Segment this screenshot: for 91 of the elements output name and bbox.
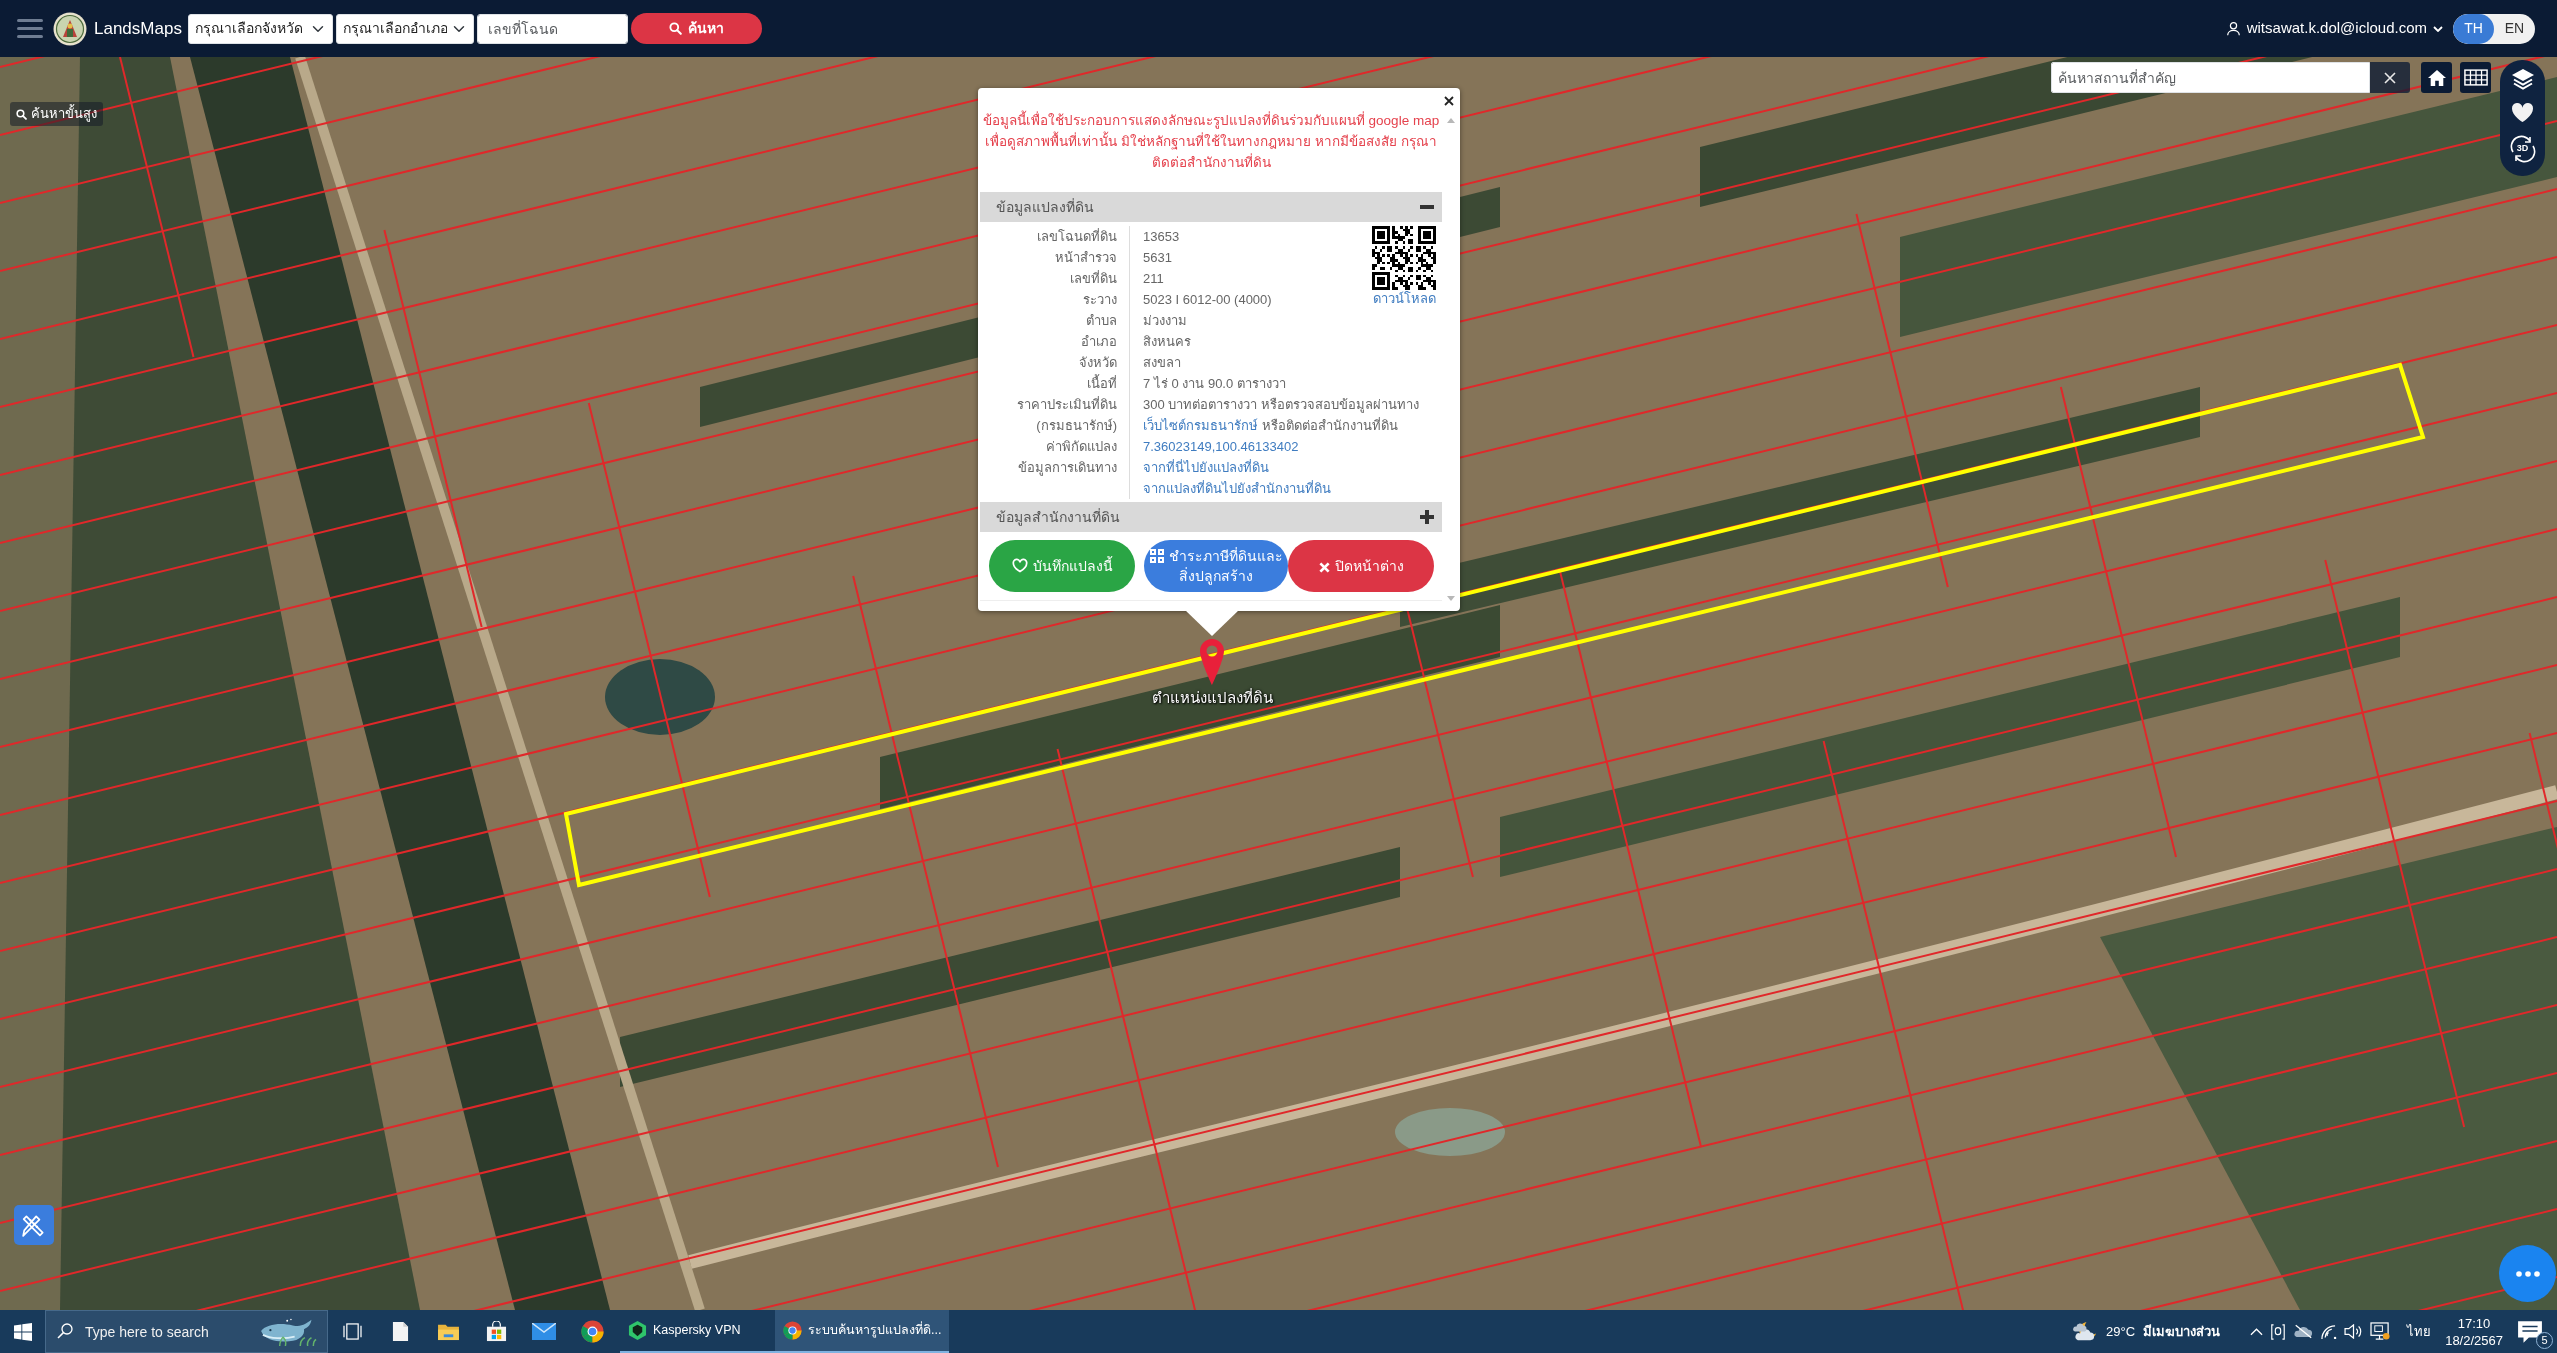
field-label: เนื้อที่ — [1087, 376, 1117, 391]
directions-link[interactable]: จากแปลงที่ดินไปยังสำนักงานที่ดิน — [1143, 481, 1331, 496]
field-value: สิงหนคร — [1143, 334, 1191, 349]
grid-icon — [1149, 549, 1164, 563]
field-value: 211 — [1143, 271, 1164, 286]
district-select[interactable]: กรุณาเลือกอำเภอ — [335, 13, 474, 44]
table-grid-icon — [2463, 69, 2488, 86]
close-window-button[interactable]: ปิดหน้าต่าง — [1288, 540, 1434, 592]
field-label: อำเภอ — [1081, 334, 1117, 349]
search-icon — [57, 1323, 73, 1339]
user-email[interactable]: witsawat.k.dol@icloud.com — [2246, 17, 2427, 40]
windows-logo-icon[interactable] — [13, 1322, 32, 1341]
field-label: เลขที่ดิน — [1070, 271, 1117, 286]
store-bag-icon[interactable] — [485, 1321, 507, 1342]
qr-code-icon — [1372, 226, 1436, 290]
coordinates-link[interactable]: 7.36023149,100.46133402 — [1143, 439, 1299, 454]
wifi-icon[interactable] — [2320, 1324, 2338, 1339]
field-label: จังหวัด — [1079, 355, 1117, 370]
field-value: 13653 — [1143, 229, 1180, 244]
heart-outline-icon — [1011, 558, 1028, 573]
table-grid-button[interactable] — [2460, 62, 2491, 93]
caret-icon — [2433, 25, 2443, 32]
location-pin-icon — [1199, 638, 1225, 686]
field-value: ม่วงงาม — [1143, 313, 1187, 328]
webcam-icon[interactable] — [2270, 1322, 2287, 1341]
mail-icon[interactable] — [532, 1323, 556, 1340]
menu-icon[interactable] — [17, 19, 43, 38]
field-label: เลขโฉนดที่ดิน — [1037, 229, 1117, 244]
notification-count: 5 — [2536, 1331, 2553, 1349]
close-icon[interactable] — [1444, 96, 1454, 106]
home-button[interactable] — [2421, 62, 2452, 93]
language-tab[interactable]: EN — [2494, 13, 2535, 44]
chrome-icon[interactable] — [580, 1320, 604, 1343]
field-label: ตำบล — [1086, 313, 1117, 328]
field-label: ข้อมูลการเดินทาง — [1018, 460, 1117, 475]
directions-link[interactable]: จากที่นี่ไปยังแปลงที่ดิน — [1143, 460, 1269, 475]
clock-date: 18/2/2567 — [2445, 1331, 2503, 1349]
layers-icon[interactable] — [2510, 68, 2535, 90]
field-value: 5631 — [1143, 250, 1172, 265]
chrome-icon — [783, 1321, 802, 1340]
province-select[interactable]: กรุณาเลือกจังหวัด — [187, 13, 333, 44]
pencil-ruler-icon — [21, 1212, 47, 1238]
brand-name: LandsMaps — [94, 17, 182, 40]
taskbar-window-button[interactable]: ระบบค้นหารูปแปลงที่ดิ... — [775, 1310, 950, 1353]
field-label: ราคาประเมินที่ดิน (กรมธนารักษ์) — [1017, 397, 1117, 433]
disclaimer-text: ข้อมูลนี้เพื่อใช้ประกอบการแสดงลักษณะรูปแปลงที่ดินร่วมกับแผนที่ google map เพื่อดูสภาพพื้นที่เท่านั้น มิใช่หลักฐานที่ใช้ในทางกฎหมาย หากมีข้อสงสัย กรุณาติดต่อสำนักงานที่ดิน — [980, 110, 1442, 173]
draw-tool-button[interactable] — [14, 1205, 54, 1245]
close-icon — [2384, 71, 2396, 84]
folder-icon[interactable] — [436, 1322, 460, 1341]
more-icon — [2515, 1270, 2540, 1277]
taskbar-search-field[interactable]: Type here to search — [45, 1310, 328, 1353]
field-label: หน้าสำรวจ — [1055, 250, 1117, 265]
heart-icon[interactable] — [2511, 102, 2534, 123]
language-tab[interactable]: TH — [2453, 13, 2494, 44]
user-icon — [2225, 21, 2241, 36]
save-parcel-button[interactable]: บันทึกแปลงนี้ — [989, 540, 1135, 592]
input-language[interactable]: ไทย — [2407, 1321, 2432, 1342]
close-icon — [1318, 562, 1330, 573]
home-icon — [2426, 68, 2447, 87]
chevron-up-icon[interactable] — [2250, 1327, 2264, 1336]
treasury-website-link[interactable]: เว็บไซต์กรมธนารักษ์ — [1143, 418, 1258, 433]
section-header[interactable]: ข้อมูลแปลงที่ดิน — [980, 192, 1442, 222]
seal-logo-icon — [53, 11, 87, 46]
field-value: 5023 I 6012-00 (4000) — [1143, 292, 1272, 307]
field-value: 300 บาทต่อตารางวา หรือตรวจสอบข้อมูลผ่านทาง เว็บไซต์กรมธนารักษ์ หรือติดต่อสำนักงานที่ดิน — [1143, 397, 1419, 433]
view-3d-button[interactable]: 3D — [2507, 135, 2538, 163]
field-value: 7 ไร่ 0 งาน 90.0 ตารางวา — [1143, 376, 1286, 391]
search-icon — [668, 22, 682, 35]
place-search-field[interactable]: ค้นหาสถานที่สำคัญ — [2051, 62, 2370, 93]
download-link[interactable]: ดาวน์โหลด — [1372, 290, 1436, 308]
clear-search-button[interactable] — [2370, 62, 2410, 93]
clock-time: 17:10 — [2457, 1314, 2491, 1332]
document-icon[interactable] — [391, 1321, 409, 1342]
shield-app-icon — [628, 1321, 647, 1340]
search-button[interactable]: ค้นหา — [630, 13, 762, 44]
pay-tax-button[interactable]: ชำระภาษีที่ดินและสิ่งปลูกสร้าง — [1144, 540, 1288, 592]
task-view-icon[interactable] — [342, 1323, 362, 1340]
field-value: สงขลา — [1143, 355, 1181, 370]
cloud-off-icon[interactable] — [2293, 1324, 2314, 1339]
section-header[interactable]: ข้อมูลสำนักงานที่ดิน — [980, 502, 1442, 532]
field-label: ค่าพิกัดแปลง — [1046, 439, 1117, 454]
volume-icon[interactable] — [2344, 1324, 2364, 1339]
advanced-search-button[interactable]: ค้นหาขั้นสูง — [10, 102, 103, 126]
deed-number-field[interactable]: เลขที่โฉนด — [476, 13, 628, 44]
field-label: ระวาง — [1083, 292, 1117, 307]
weather-condition: มีเมฆบางส่วน — [2143, 1322, 2221, 1341]
temperature: 29°C — [2106, 1322, 2136, 1341]
monitor-alert-icon[interactable] — [2370, 1322, 2392, 1341]
notification-icon[interactable] — [2517, 1319, 2543, 1344]
search-icon — [16, 108, 27, 120]
marker-label: ตำแหน่งแปลงที่ดิน — [1151, 689, 1273, 707]
